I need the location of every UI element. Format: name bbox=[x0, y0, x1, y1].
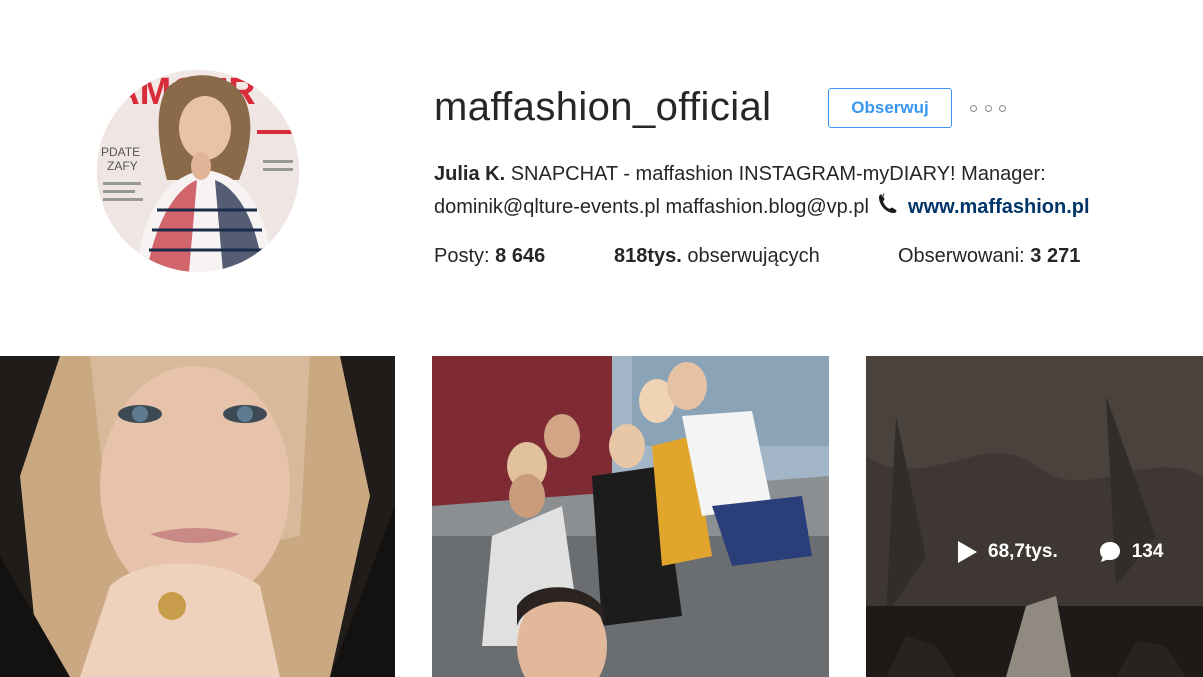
follow-button[interactable]: Obserwuj bbox=[828, 88, 952, 128]
bio-full-name: Julia K. bbox=[434, 163, 506, 185]
play-icon bbox=[958, 541, 977, 563]
comment-icon bbox=[1099, 542, 1120, 562]
video-post-thumbnail[interactable]: 68,7tys. 134 bbox=[866, 356, 1203, 677]
post-thumbnail[interactable] bbox=[0, 356, 395, 677]
video-views: 68,7tys. bbox=[956, 540, 1058, 564]
profile-username: maffashion_official bbox=[434, 85, 772, 129]
stat-followers[interactable]: 818tys. obserwujących bbox=[614, 241, 820, 271]
profile-page: LAMOUR PDATE ZAFY maffashion_official Ob… bbox=[0, 0, 1203, 677]
stat-followers-label: obserwujących bbox=[687, 245, 820, 267]
stat-posts-value: 8 646 bbox=[495, 245, 546, 267]
post-comments: 134 bbox=[1098, 540, 1164, 564]
phone-emoji-icon bbox=[879, 193, 897, 213]
stat-following-label: Obserwowani: bbox=[898, 245, 1025, 267]
dot bbox=[970, 104, 977, 112]
bio-text-2: dominik@qlture-events.pl maffashion.blog… bbox=[434, 196, 869, 218]
svg-text:PDATE: PDATE bbox=[101, 145, 140, 159]
post-thumbnail[interactable] bbox=[432, 356, 829, 677]
profile-avatar[interactable]: LAMOUR PDATE ZAFY bbox=[97, 70, 299, 272]
stat-following-value: 3 271 bbox=[1030, 245, 1081, 267]
comments-count: 134 bbox=[1131, 541, 1164, 562]
stat-posts: Posty: 8 646 bbox=[434, 241, 545, 271]
post-hover-overlay bbox=[866, 356, 1203, 677]
bio-line-2: dominik@qlture-events.pl maffashion.blog… bbox=[434, 191, 1194, 224]
bio-line-1: Julia K. SNAPCHAT - maffashion INSTAGRAM… bbox=[434, 158, 1194, 191]
post-image bbox=[432, 356, 829, 677]
bio-website-link[interactable]: www.maffashion.pl bbox=[908, 196, 1090, 218]
post-image bbox=[0, 356, 395, 677]
more-options-icon[interactable] bbox=[970, 100, 1006, 116]
bio-text-1: SNAPCHAT - maffashion INSTAGRAM-myDIARY!… bbox=[510, 163, 1046, 185]
avatar-image: LAMOUR PDATE ZAFY bbox=[97, 70, 299, 272]
dot bbox=[984, 104, 992, 112]
profile-bio: Julia K. SNAPCHAT - maffashion INSTAGRAM… bbox=[434, 158, 1194, 224]
stat-following[interactable]: Obserwowani: 3 271 bbox=[898, 241, 1080, 271]
video-views-count: 68,7tys. bbox=[988, 541, 1058, 562]
svg-text:ZAFY: ZAFY bbox=[107, 159, 138, 173]
dot bbox=[999, 104, 1006, 112]
post-stats: 68,7tys. 134 bbox=[956, 540, 1163, 564]
stat-posts-label: Posty: bbox=[434, 245, 490, 267]
stat-followers-value: 818tys. bbox=[614, 245, 682, 267]
